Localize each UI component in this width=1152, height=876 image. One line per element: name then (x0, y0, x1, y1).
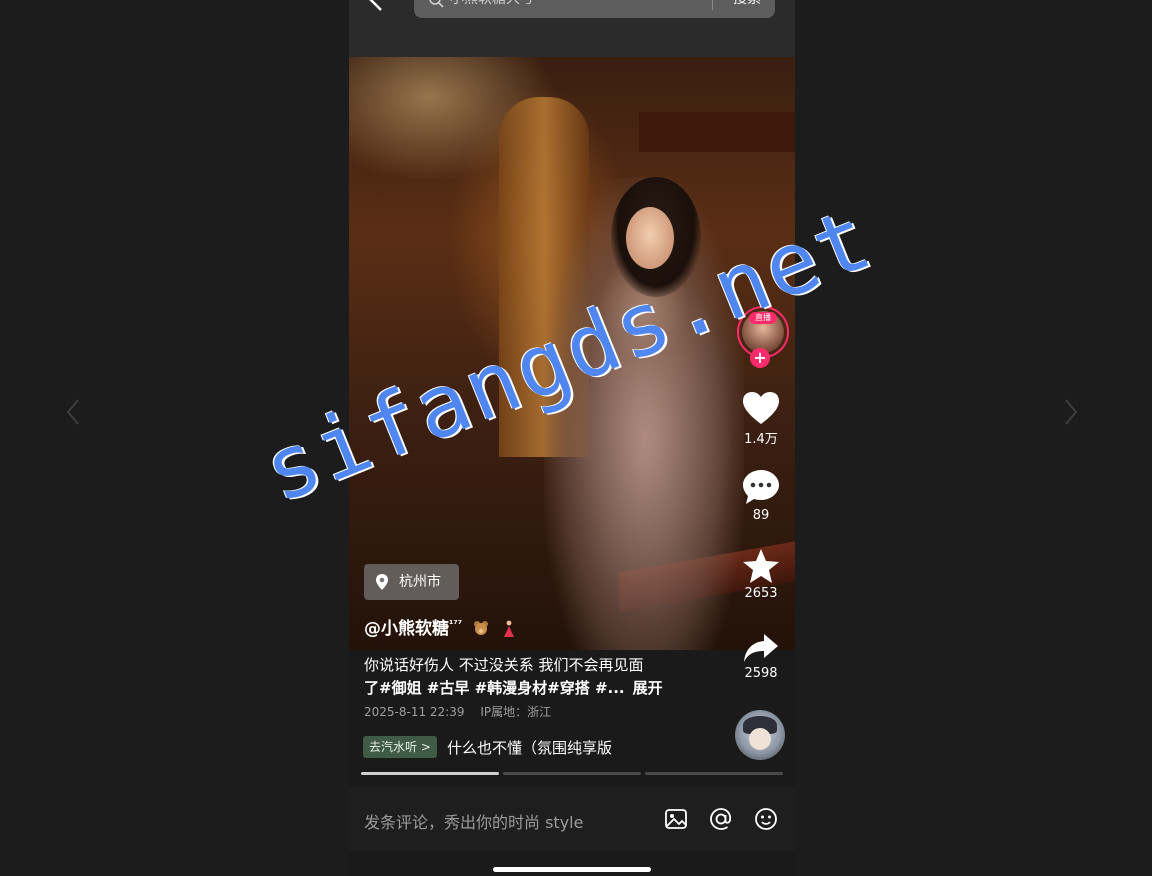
progress-segment-2 (503, 772, 641, 775)
comment-button[interactable]: 89 (733, 468, 789, 523)
description-hashtags: 了#御姐 #古早 #韩漫身材#穿搭 #... (364, 679, 625, 697)
share-button[interactable]: 2598 (733, 632, 789, 681)
location-text: 杭州市 (399, 574, 441, 590)
top-bar: 小熊软糖大号 搜索 (349, 0, 795, 57)
author-handle: @小熊软糖 (364, 619, 449, 639)
like-count: 1.4万 (744, 432, 778, 447)
emoji-icon[interactable] (753, 806, 779, 832)
star-icon (743, 549, 779, 583)
back-arrow-icon[interactable] (365, 0, 389, 12)
video-frame-shelf (639, 112, 795, 152)
author-superscript: ¹⁷⁷ (449, 619, 463, 631)
search-divider (712, 0, 713, 10)
expand-link[interactable]: 展开 (633, 679, 663, 697)
comment-icon (743, 470, 779, 504)
music-disc-avatar[interactable] (735, 710, 785, 760)
author-name[interactable]: @小熊软糖¹⁷⁷ (364, 614, 518, 639)
like-button[interactable]: 1.4万 (733, 390, 789, 447)
publish-date: 2025-8-11 22:39 (364, 705, 465, 719)
search-button[interactable]: 搜索 (733, 0, 761, 8)
video-progress[interactable] (361, 772, 783, 775)
at-icon[interactable] (708, 806, 734, 832)
music-title: 什么也不懂（氛围纯享版 (446, 738, 612, 757)
comment-count: 89 (752, 508, 770, 523)
comment-bar: 发条评论，秀出你的时尚 style (349, 787, 795, 851)
search-icon (428, 0, 444, 8)
favorite-button[interactable]: 2653 (733, 548, 789, 601)
search-query: 小熊软糖大号 (450, 0, 534, 8)
follow-button[interactable]: + (750, 348, 770, 368)
heart-icon (743, 392, 779, 424)
description-line-1: 你说话好伤人 不过没关系 我们不会再见面 (364, 656, 644, 674)
location-pin-icon (376, 574, 388, 590)
video-frame-face (626, 207, 674, 269)
open-in-music-app-button[interactable]: 去汽水听 > (363, 736, 437, 758)
location-tag[interactable]: 杭州市 (364, 564, 459, 600)
progress-segment-3 (645, 772, 783, 775)
home-indicator[interactable] (493, 867, 651, 872)
progress-segment-1 (361, 772, 499, 775)
share-count: 2598 (744, 666, 778, 681)
music-row[interactable]: 去汽水听 > 什么也不懂（氛围纯享版 (363, 736, 612, 760)
disc-face (749, 728, 771, 750)
favorite-count: 2653 (744, 586, 778, 601)
comment-input[interactable]: 发条评论，秀出你的时尚 style (364, 809, 583, 833)
teddy-bear-icon (474, 621, 489, 635)
share-arrow-icon (744, 634, 778, 662)
video-meta: 2025-8-11 22:39 IP属地：浙江 (364, 703, 563, 720)
image-icon[interactable] (663, 806, 689, 832)
search-input[interactable]: 小熊软糖大号 搜索 (414, 0, 775, 18)
previous-arrow-icon[interactable] (66, 398, 80, 426)
dancer-icon (503, 620, 514, 637)
video-description[interactable]: 你说话好伤人 不过没关系 我们不会再见面 了#御姐 #古早 #韩漫身材#穿搭 #… (364, 654, 704, 700)
ip-location: IP属地：浙江 (480, 705, 552, 719)
next-arrow-icon[interactable] (1064, 398, 1078, 426)
